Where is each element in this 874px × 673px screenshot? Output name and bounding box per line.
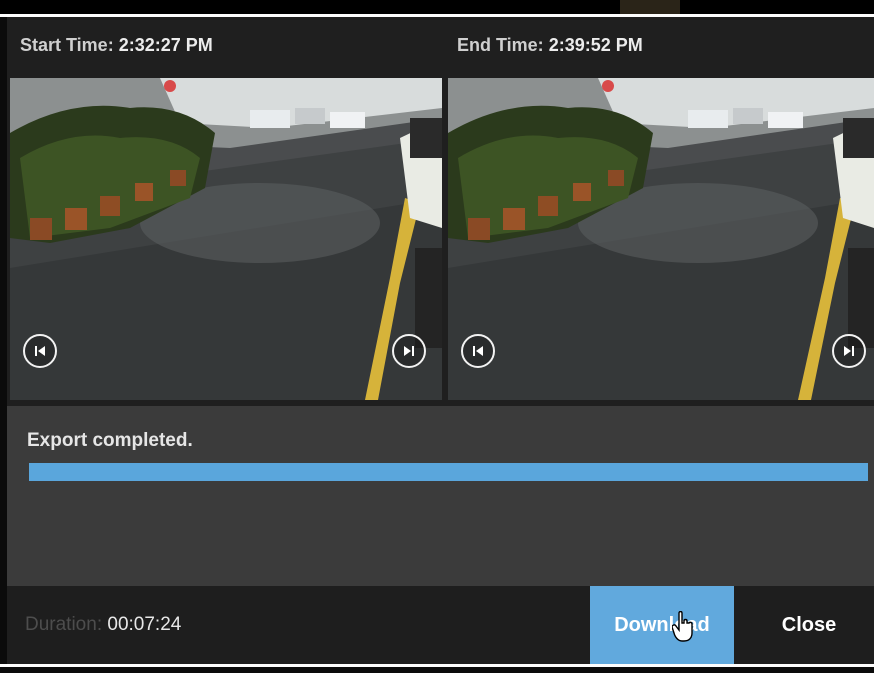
start-frame-image: [10, 78, 442, 400]
end-time-label: End Time: 2:39:52 PM: [457, 35, 643, 56]
window-top-bar: [0, 0, 874, 14]
start-next-button[interactable]: [392, 334, 426, 368]
skip-forward-icon: [844, 346, 854, 356]
start-time-caption: Start Time:: [20, 35, 114, 55]
duration-display: Duration: 00:07:24: [25, 614, 181, 636]
skip-back-icon: [35, 346, 45, 356]
start-frame-preview: [10, 78, 442, 400]
end-frame-preview: [448, 78, 874, 400]
start-time-label: Start Time: 2:32:27 PM: [20, 35, 213, 56]
download-button[interactable]: Download: [590, 586, 734, 664]
start-prev-button[interactable]: [23, 334, 57, 368]
export-progress-bar: [29, 463, 868, 481]
end-next-button[interactable]: [832, 334, 866, 368]
export-status-text: Export completed.: [27, 430, 193, 451]
duration-value: 00:07:24: [107, 614, 182, 635]
close-button[interactable]: Close: [754, 586, 864, 664]
top-bar-glint: [620, 0, 680, 14]
skip-forward-icon: [404, 346, 414, 356]
export-dialog: Start Time: 2:32:27 PM End Time: 2:39:52…: [7, 17, 874, 664]
dialog-footer: Duration: 00:07:24 Download Close: [7, 586, 874, 664]
skip-back-icon: [473, 346, 483, 356]
export-progress-fill: [29, 463, 868, 481]
end-prev-button[interactable]: [461, 334, 495, 368]
end-time-value: 2:39:52 PM: [548, 35, 643, 55]
end-frame-image: [448, 78, 874, 400]
window-bottom-strip: [0, 667, 874, 673]
start-time-value: 2:32:27 PM: [118, 35, 213, 55]
export-progress-panel: Export completed.: [7, 406, 874, 586]
end-time-caption: End Time:: [457, 35, 544, 55]
duration-label: Duration:: [25, 614, 103, 635]
